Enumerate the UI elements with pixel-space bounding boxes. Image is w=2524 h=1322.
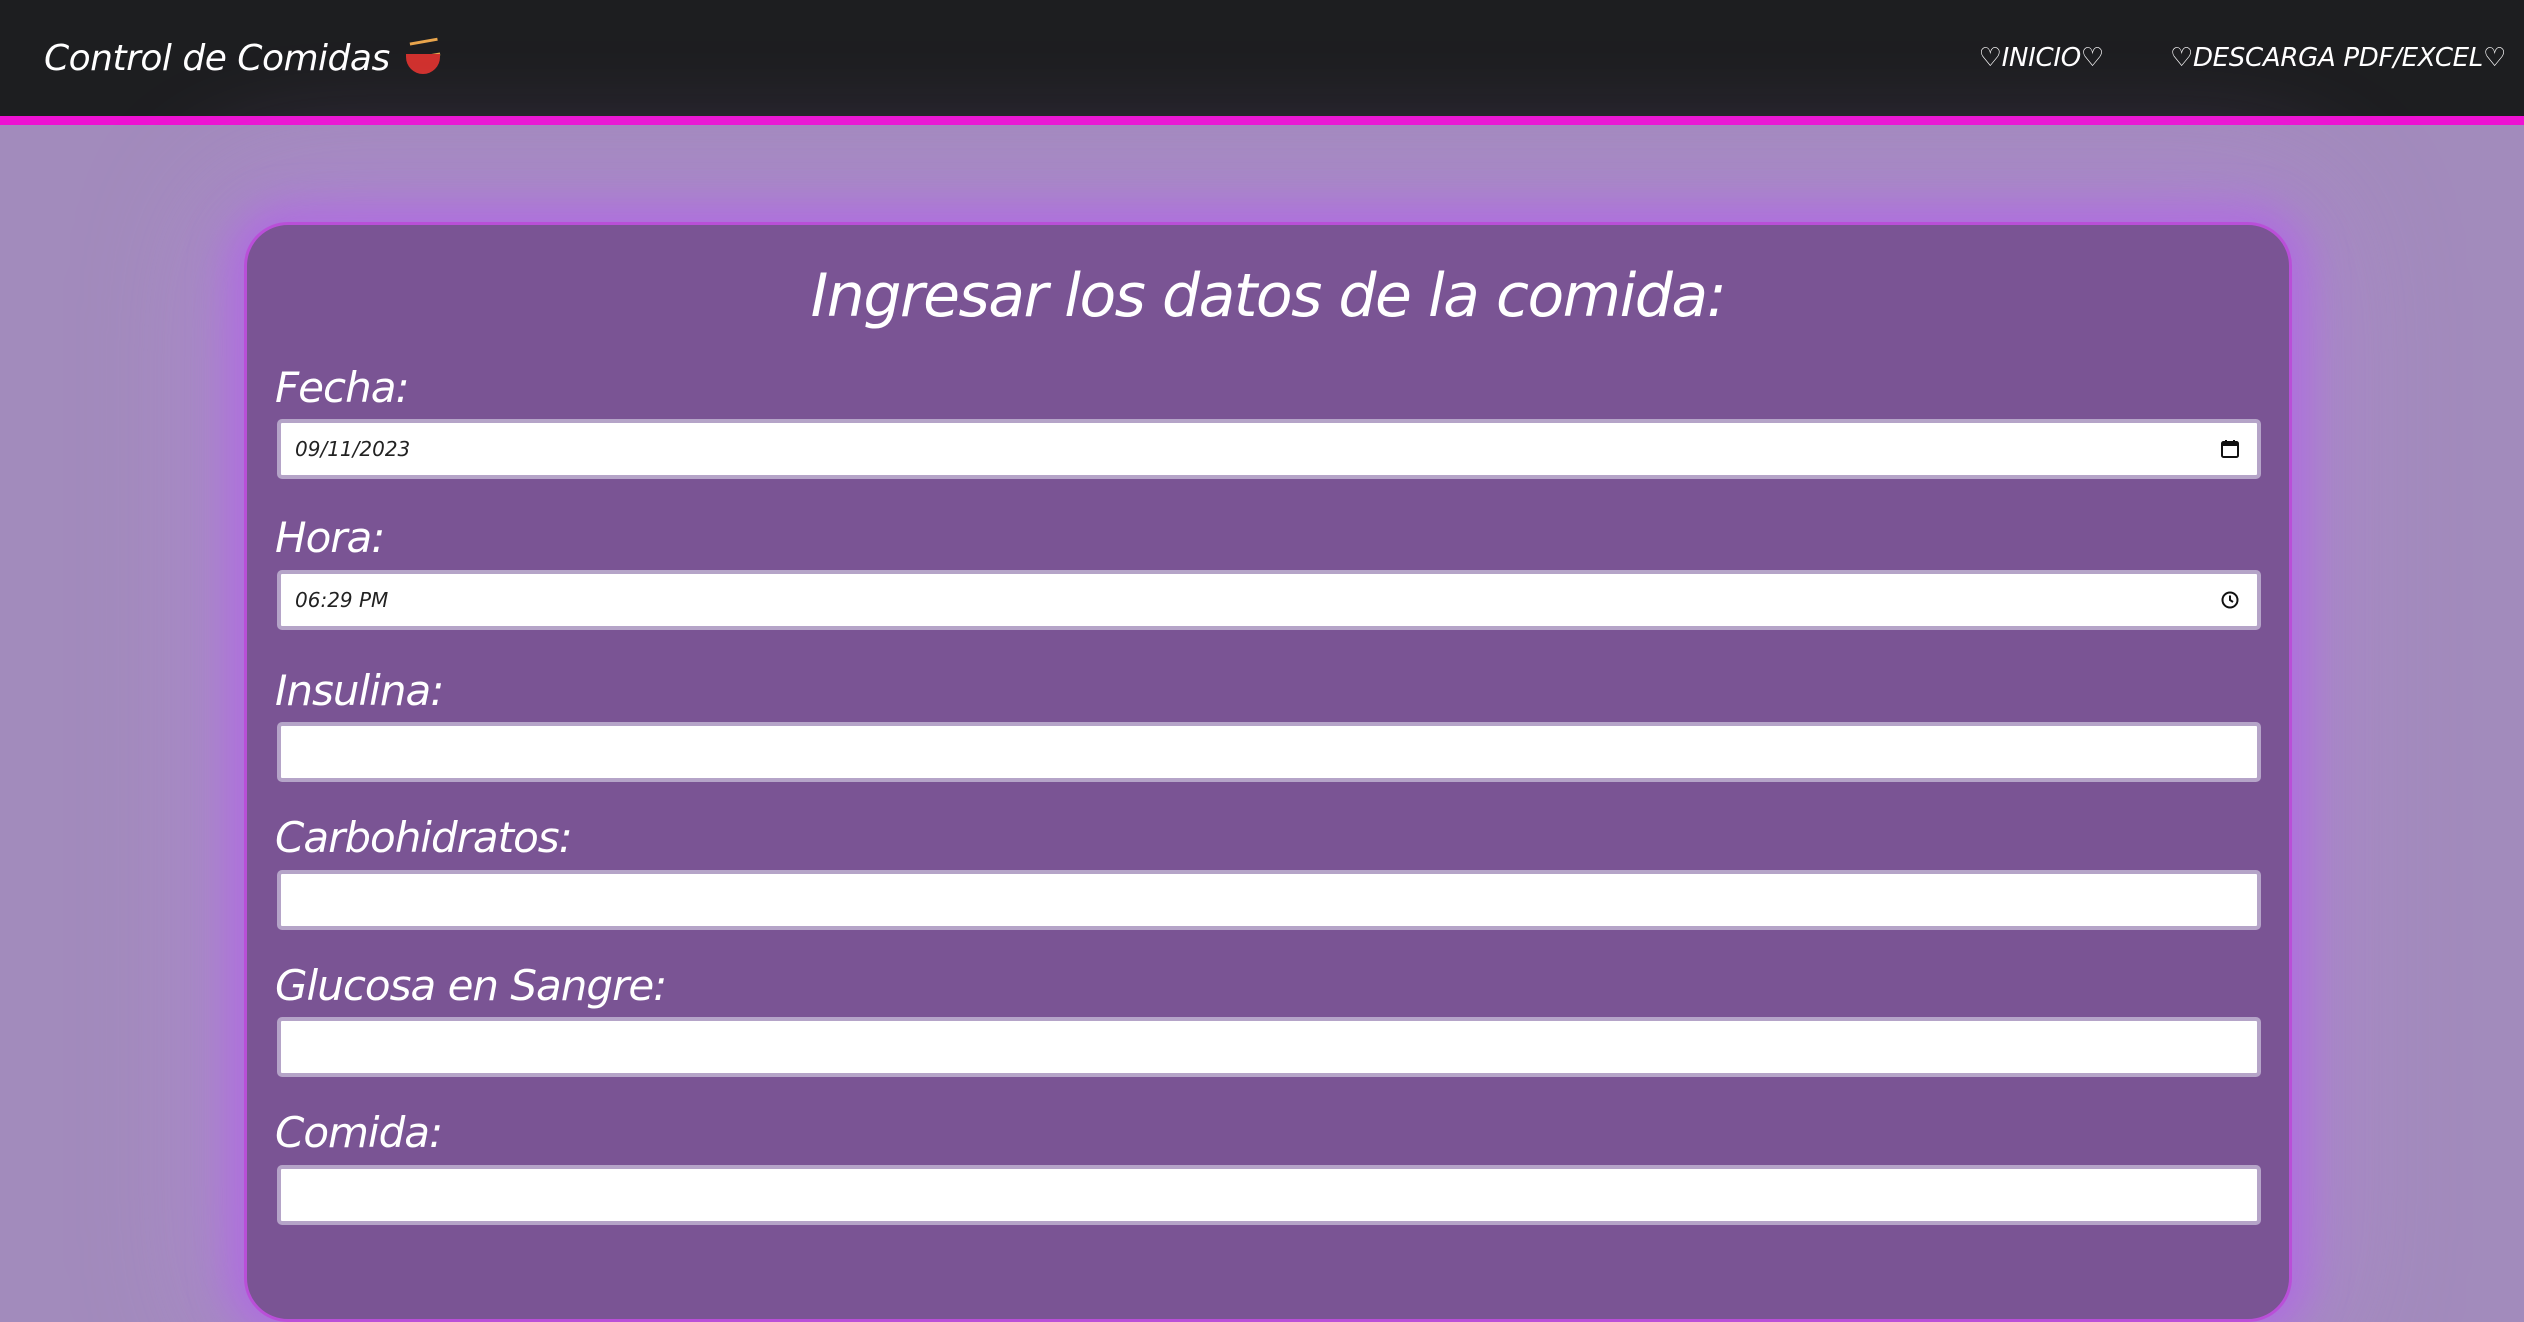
fecha-value: 09/11/2023 (295, 437, 411, 461)
brand[interactable]: Control de Comidas (44, 0, 441, 116)
fecha-date-input[interactable]: 09/11/2023 (277, 419, 2261, 479)
carbohidratos-input[interactable] (277, 870, 2261, 930)
brand-title: Control de Comidas (44, 37, 390, 79)
carbohidratos-label: Carbohidratos: (275, 813, 573, 862)
glucosa-input[interactable] (277, 1017, 2261, 1077)
form-title: Ingresar los datos de la comida: (810, 261, 1727, 331)
hora-time-input[interactable]: 06:29 PM (277, 570, 2261, 630)
comida-input[interactable] (277, 1165, 2261, 1225)
meal-form-card: Ingresar los datos de la comida: Fecha: … (244, 222, 2292, 1322)
fecha-label: Fecha: (275, 363, 410, 412)
noodle-bowl-icon (405, 37, 441, 78)
nav-link-inicio[interactable]: ♡INICIO♡ (1979, 43, 2105, 73)
hora-value: 06:29 PM (295, 588, 389, 612)
calendar-icon[interactable] (2217, 436, 2243, 462)
glucosa-label: Glucosa en Sangre: (275, 961, 667, 1010)
insulina-input[interactable] (277, 722, 2261, 782)
nav-link-descarga[interactable]: ♡DESCARGA PDF/EXCEL♡ (2170, 43, 2506, 73)
clock-icon[interactable] (2217, 587, 2243, 613)
comida-label: Comida: (275, 1108, 443, 1157)
nav-links: ♡INICIO♡ ♡DESCARGA PDF/EXCEL♡ (1979, 0, 2507, 116)
top-navbar: Control de Comidas ♡INICIO♡ ♡DESCARGA PD… (0, 0, 2524, 125)
hora-label: Hora: (275, 513, 385, 562)
insulina-label: Insulina: (275, 666, 444, 715)
